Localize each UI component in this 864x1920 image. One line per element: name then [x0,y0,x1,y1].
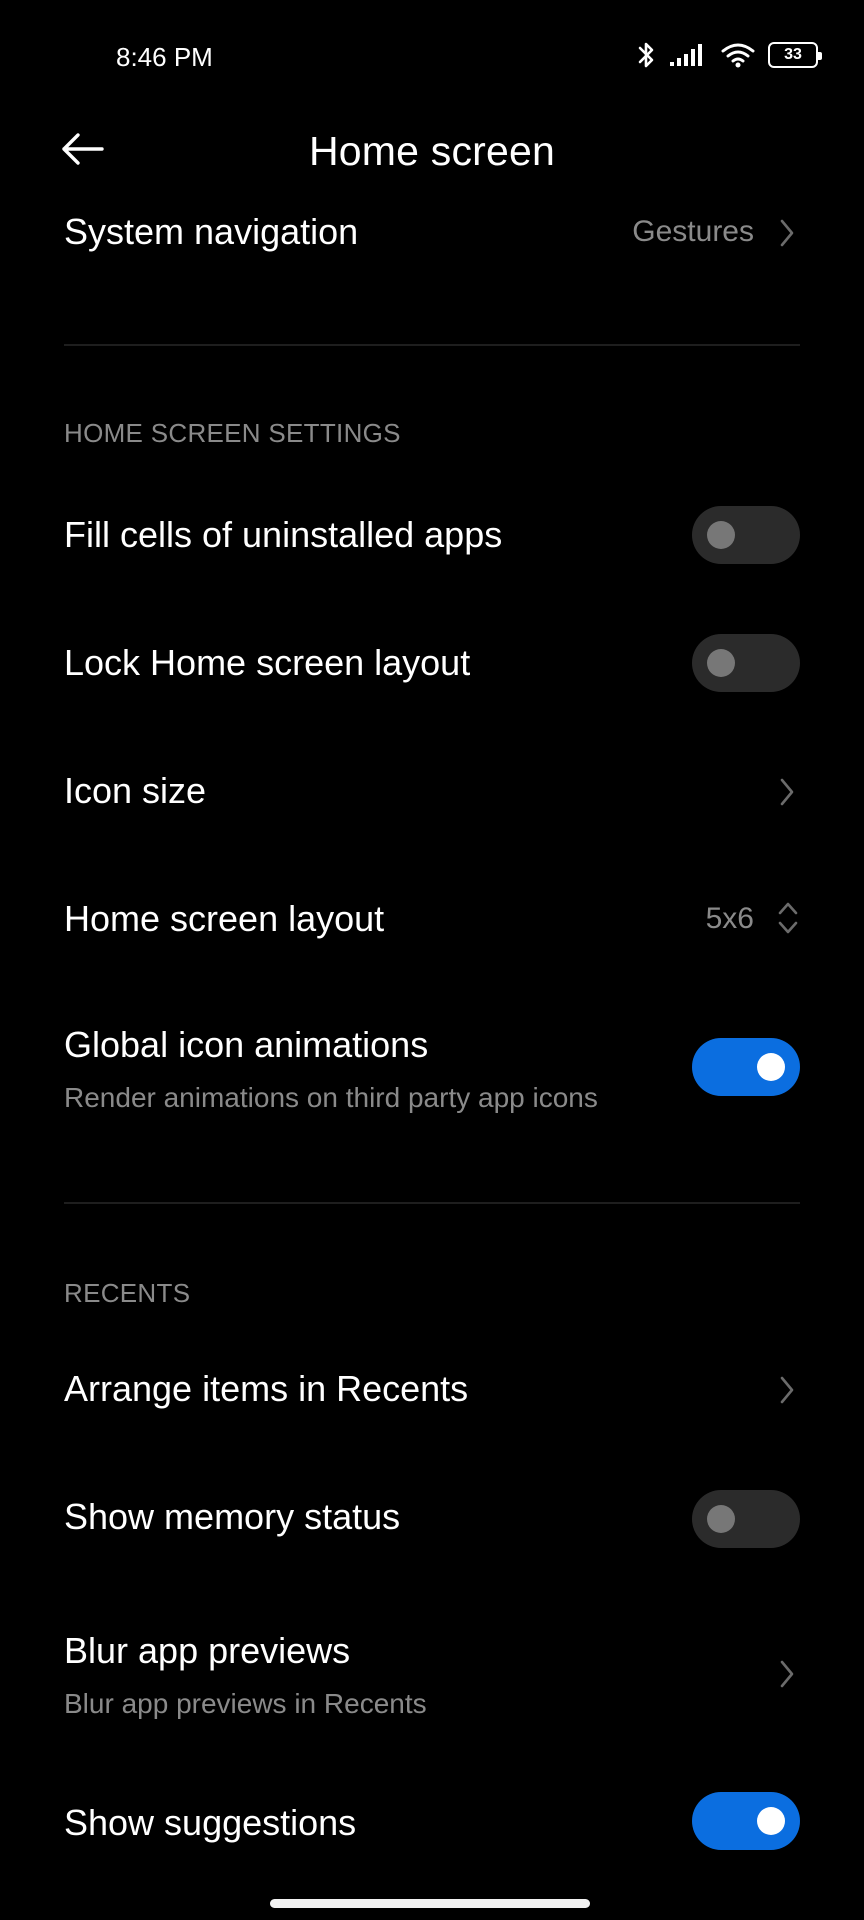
show-suggestions-title: Show suggestions [64,1802,357,1843]
signal-icon [668,41,708,69]
divider [64,1202,800,1204]
home-indicator[interactable] [270,1899,590,1908]
chevron-right-icon [774,1372,800,1408]
chevron-right-icon [774,1656,800,1692]
lock-layout-title: Lock Home screen layout [64,642,471,683]
status-icons: 33 [636,40,822,70]
toggle-knob [707,1505,735,1533]
home-layout-value: 5x6 [705,902,754,935]
toggle-knob [757,1807,785,1835]
page-title: Home screen [308,128,556,174]
icon-size-title: Icon size [64,770,207,811]
global-icon-animations-toggle[interactable] [692,1038,800,1096]
show-suggestions-row[interactable]: Show suggestions [0,1792,864,1880]
status-bar: 8:46 PM 33 [0,0,864,110]
chevron-right-icon [774,774,800,810]
blur-previews-title: Blur app previews [64,1630,351,1671]
arrange-items-title: Arrange items in Recents [64,1368,469,1409]
toggle-knob [707,649,735,677]
chevron-right-icon [774,215,800,251]
header: Home screen [0,110,864,190]
toggle-knob [707,521,735,549]
wifi-icon [720,41,756,69]
system-navigation-title: System navigation [64,211,359,252]
status-time: 8:46 PM [116,42,213,72]
chevron-up-down-icon [774,898,802,938]
memory-status-row[interactable]: Show memory status [0,1482,864,1562]
global-icon-animations-row[interactable]: Global icon animations Render animations… [0,1020,864,1130]
lock-layout-toggle[interactable] [692,634,800,692]
section-header-recents: RECENTS [64,1278,191,1308]
section-header-home-screen-settings: HOME SCREEN SETTINGS [64,418,401,448]
bluetooth-icon [636,40,656,70]
battery-level: 33 [784,46,802,63]
icon-size-row[interactable]: Icon size [0,756,864,836]
system-navigation-value: Gestures [632,215,754,248]
lock-layout-row[interactable]: Lock Home screen layout [0,628,864,708]
fill-cells-title: Fill cells of uninstalled apps [64,514,503,555]
home-layout-row[interactable]: Home screen layout 5x6 [0,884,864,964]
global-icon-animations-title: Global icon animations [64,1024,429,1065]
fill-cells-row[interactable]: Fill cells of uninstalled apps [0,500,864,580]
show-suggestions-toggle[interactable] [692,1792,800,1850]
fill-cells-toggle[interactable] [692,506,800,564]
memory-status-toggle[interactable] [692,1490,800,1548]
system-navigation-row[interactable]: System navigation Gestures [0,195,864,275]
blur-previews-row[interactable]: Blur app previews Blur app previews in R… [0,1626,864,1736]
memory-status-title: Show memory status [64,1496,401,1537]
divider [64,344,800,346]
toggle-knob [757,1053,785,1081]
blur-previews-subtitle: Blur app previews in Recents [64,1688,427,1719]
global-icon-animations-subtitle: Render animations on third party app ico… [64,1082,598,1113]
home-layout-title: Home screen layout [64,898,385,939]
battery-icon: 33 [768,42,822,68]
arrange-items-row[interactable]: Arrange items in Recents [0,1354,864,1434]
